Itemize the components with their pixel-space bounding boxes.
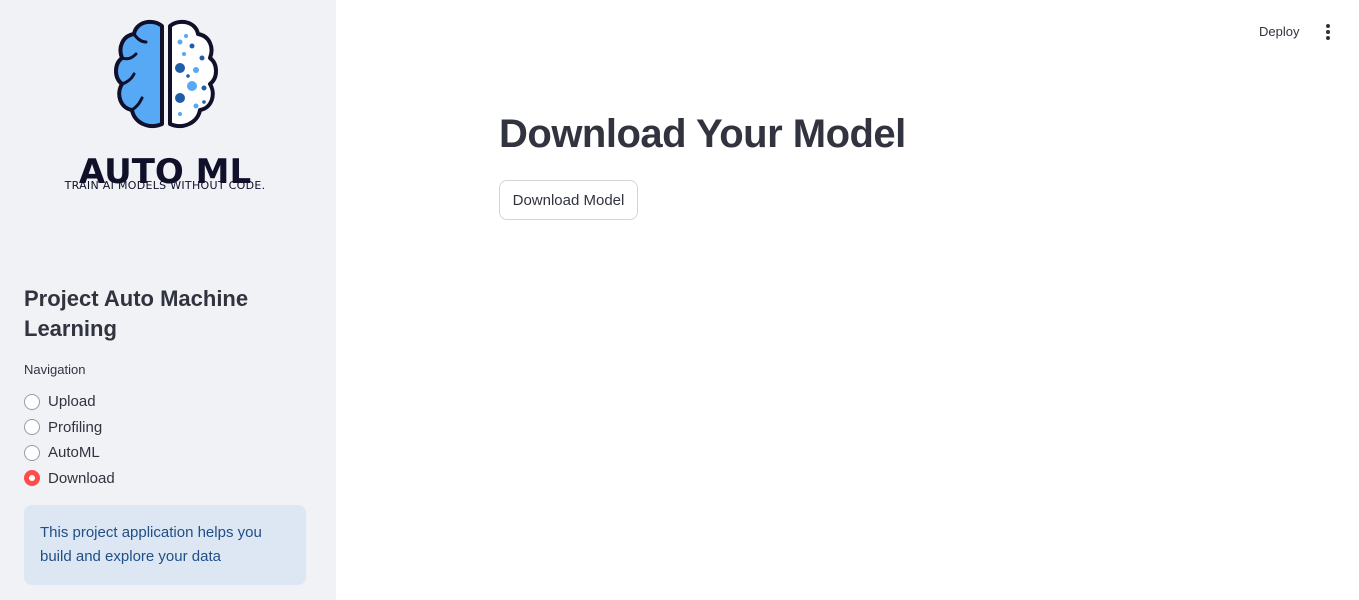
project-title: Project Auto Machine Learning (24, 286, 249, 341)
navigation-radio-group: Upload Profiling AutoML Download (24, 389, 115, 491)
radio-button[interactable] (24, 444, 40, 461)
radio-button[interactable] (24, 419, 40, 436)
radio-option-label: Profiling (48, 418, 103, 436)
menu-dot (1326, 24, 1330, 28)
radio-option-label: Upload (48, 393, 96, 411)
info-box: This project application helps you build… (24, 505, 306, 585)
radio-option-label: AutoML (48, 444, 100, 462)
brain-icon (114, 19, 218, 129)
menu-dot (1326, 36, 1330, 40)
radio-option-upload[interactable]: Upload (24, 389, 115, 415)
radio-option-automl[interactable]: AutoML (24, 440, 115, 466)
logo: AUTO ML TRAIN AI MODELS WITHOUT CODE. (0, 18, 336, 198)
radio-button[interactable] (24, 393, 40, 410)
menu-dot (1326, 30, 1330, 34)
logo-tagline: TRAIN AI MODELS WITHOUT CODE. (64, 179, 266, 192)
navigation-label: Navigation (24, 362, 86, 377)
sidebar: AUTO ML TRAIN AI MODELS WITHOUT CODE. Pr… (0, 0, 336, 600)
deploy-button[interactable]: Deploy (1250, 20, 1308, 44)
download-model-button[interactable]: Download Model (499, 180, 638, 220)
more-vertical-icon[interactable] (1318, 20, 1338, 44)
radio-option-label: Download (48, 469, 115, 487)
radio-button-selected[interactable] (24, 470, 40, 487)
page-title: Download Your Model (499, 112, 906, 156)
radio-option-profiling[interactable]: Profiling (24, 415, 115, 441)
radio-option-download[interactable]: Download (24, 466, 115, 492)
